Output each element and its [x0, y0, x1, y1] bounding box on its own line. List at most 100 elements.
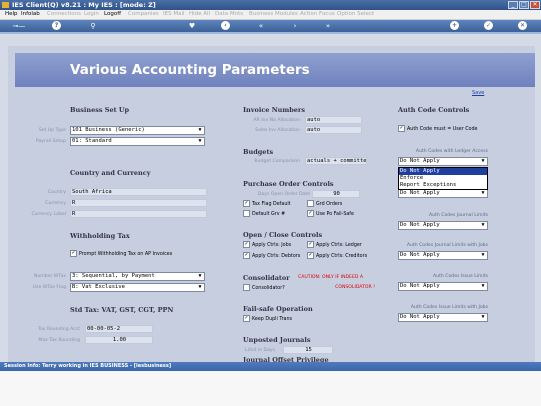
- use-po-fail-safe-checkbox[interactable]: ✓ Use Po Fail-Safe: [307, 210, 354, 217]
- fast-forward-icon[interactable]: »: [323, 21, 333, 31]
- apply-ctrls-debtors-checkbox[interactable]: ✓ Apply Ctrls: Debtors: [243, 252, 300, 259]
- chevron-down-icon: ▼: [481, 314, 485, 320]
- days-open-order-label: Days Open Order Date: [257, 192, 310, 197]
- checkbox-checked-icon: ✓: [307, 252, 314, 259]
- payroll-setup-select[interactable]: 01: Standard ▼: [70, 137, 205, 146]
- purchase-order-title: Purchase Order Controls: [243, 180, 334, 188]
- back-icon[interactable]: ‹: [221, 21, 230, 30]
- maximize-button[interactable]: □: [519, 1, 529, 9]
- chevron-down-icon: ▼: [198, 138, 202, 144]
- menu-hide-all[interactable]: Hide All: [189, 10, 210, 19]
- limit-in-days-field[interactable]: 15: [283, 346, 333, 354]
- number-wtax-select[interactable]: 3: Sequential, by Payment ▼: [70, 272, 205, 281]
- icon-toolbar: ⊸— ? ⚲ ♥ ‹ « › » + ✓ ✕: [0, 20, 541, 34]
- journal-limits-select[interactable]: Do Not Apply ▼: [398, 221, 488, 230]
- confirm-icon[interactable]: ✓: [484, 21, 493, 30]
- menu-ies-mail[interactable]: IES Mail: [163, 10, 185, 19]
- set-up-type-value: 101 Business (Generic): [72, 127, 145, 133]
- country-field[interactable]: South Africa: [70, 188, 207, 196]
- apply-ctrls-jobs-checkbox[interactable]: ✓ Apply Ctrls: Jobs: [243, 241, 291, 248]
- issue-limits-select[interactable]: Do Not Apply ▼: [398, 282, 488, 291]
- close-icon[interactable]: ✕: [518, 21, 527, 30]
- ledger-access-dropdown-list[interactable]: Do Not Apply Enforce Report Exceptions: [398, 167, 488, 190]
- apply-ctrls-creditors-checkbox[interactable]: ✓ Apply Ctrls: Creditors: [307, 252, 367, 259]
- prompt-withholding-label: Prompt Withholding Tax on AP Invoices: [79, 252, 173, 257]
- withholding-tax-title: Withholding Tax: [70, 232, 130, 240]
- menu-login[interactable]: Login: [84, 10, 99, 19]
- apply-ctrls-ledger-checkbox[interactable]: ✓ Apply Ctrls: Ledger: [307, 241, 362, 248]
- search-icon[interactable]: ⚲: [88, 21, 98, 31]
- issue-limits-jobs-select[interactable]: Do Not Apply ▼: [398, 313, 488, 322]
- journal-limits-value: Do Not Apply: [400, 222, 440, 228]
- set-up-type-select[interactable]: 101 Business (Generic) ▼: [70, 126, 205, 135]
- grid-orders-checkbox[interactable]: Grd Orders: [307, 200, 342, 207]
- ledger-access-label: Auth Codes with Ledger Access: [415, 149, 488, 154]
- chevron-down-icon: ▼: [198, 284, 202, 290]
- limit-in-days-label: Limit in Days: [245, 348, 275, 353]
- invoice-numbers-title: Invoice Numbers: [243, 106, 306, 114]
- currency-label-label: Currency Label: [31, 212, 66, 217]
- currency-label-field[interactable]: R: [70, 210, 207, 218]
- chevron-down-icon: ▼: [198, 127, 202, 133]
- bottom-area: [0, 371, 541, 406]
- menu-infolab[interactable]: Infolab: [21, 10, 40, 19]
- payroll-setup-label: Payroll Setup: [35, 139, 66, 144]
- menu-connections[interactable]: Connections: [47, 10, 81, 19]
- issue-limits-jobs-value: Do Not Apply: [400, 314, 440, 320]
- menu-business-modules[interactable]: Business Modules: [249, 10, 298, 19]
- default-grv-checkbox[interactable]: Default Grv #: [243, 210, 285, 217]
- issue-limits-label: Auth Codes Issue Limits: [433, 274, 488, 279]
- menu-option-select[interactable]: Option Select: [337, 10, 374, 19]
- chevron-down-icon: ▼: [481, 190, 485, 196]
- menu-action-focus[interactable]: Action Focus: [300, 10, 335, 19]
- issue-limits-value: Do Not Apply: [400, 283, 440, 289]
- sales-inv-field[interactable]: auto: [305, 126, 362, 134]
- checkbox-empty-icon: [307, 200, 314, 207]
- forward-icon[interactable]: ›: [290, 21, 300, 31]
- minimize-button[interactable]: _: [508, 1, 518, 9]
- menu-data-mnts[interactable]: Data Mnts: [215, 10, 243, 19]
- days-open-order-field[interactable]: 90: [312, 190, 360, 198]
- help-icon[interactable]: ?: [52, 21, 61, 30]
- checkbox-checked-icon: ✓: [70, 250, 77, 257]
- max-tax-rounding-field[interactable]: 1.00: [85, 336, 153, 344]
- save-link[interactable]: Save: [472, 90, 484, 96]
- key-icon[interactable]: ⊸—: [8, 21, 30, 31]
- payroll-setup-value: 01: Standard: [72, 138, 112, 144]
- dropdown-option-enforce[interactable]: Enforce: [399, 175, 487, 182]
- fail-safe-title: Fail-safe Operation: [243, 305, 313, 313]
- keep-dupli-trans-checkbox[interactable]: ✓ Keep Dupli Trans: [243, 315, 292, 322]
- grid-orders-label: Grd Orders: [316, 202, 343, 207]
- currency-field[interactable]: R: [70, 199, 207, 207]
- use-wtax-value: B: Vat Exclusive: [72, 284, 125, 290]
- use-wtax-select[interactable]: B: Vat Exclusive ▼: [70, 283, 205, 292]
- menu-help[interactable]: Help: [5, 10, 18, 19]
- dropdown-option-do-not-apply[interactable]: Do Not Apply: [399, 168, 487, 175]
- menu-companies[interactable]: Companies: [128, 10, 159, 19]
- consolidator-caution-2: CONSOLIDATOR !: [335, 285, 375, 290]
- add-icon[interactable]: +: [450, 21, 459, 30]
- ledger-access-select[interactable]: Do Not Apply ▼: [398, 157, 488, 166]
- ar-inv-label: AR Inv No Allocation: [253, 118, 300, 123]
- tax-rounding-acct-field[interactable]: 00-00-05-2: [85, 325, 153, 333]
- std-tax-title: Std Tax: VAT, GST, CGT, PPN: [70, 306, 174, 314]
- journal-limits-jobs-select[interactable]: Do Not Apply ▼: [398, 251, 488, 260]
- auth-code-must-checkbox[interactable]: ✓ Auth Code must = User Code: [398, 125, 477, 132]
- budget-comparison-field[interactable]: actuals + committe: [305, 157, 367, 165]
- tax-flag-default-checkbox[interactable]: ✓ Tax Flag Default: [243, 200, 291, 207]
- menu-logoff[interactable]: Logoff: [104, 10, 121, 19]
- set-up-type-label: Set Up Type: [38, 128, 66, 133]
- country-currency-title: Country and Currency: [70, 169, 151, 177]
- ledger-access-value: Do Not Apply: [400, 158, 440, 164]
- heart-icon[interactable]: ♥: [187, 21, 197, 31]
- open-close-title: Open / Close Controls: [243, 231, 323, 239]
- prompt-withholding-checkbox[interactable]: ✓ Prompt Withholding Tax on AP Invoices: [70, 250, 172, 257]
- ar-inv-field[interactable]: auto: [305, 116, 362, 124]
- consolidator-label: Consolidator?: [252, 286, 285, 291]
- dropdown-option-report-exceptions[interactable]: Report Exceptions: [399, 182, 487, 189]
- ledger-access-select-behind[interactable]: Do Not Apply ▼: [398, 189, 488, 198]
- consolidator-checkbox[interactable]: Consolidator?: [243, 284, 285, 291]
- rewind-icon[interactable]: «: [256, 21, 266, 31]
- chevron-down-icon: ▼: [481, 252, 485, 258]
- close-window-button[interactable]: ✕: [530, 1, 540, 9]
